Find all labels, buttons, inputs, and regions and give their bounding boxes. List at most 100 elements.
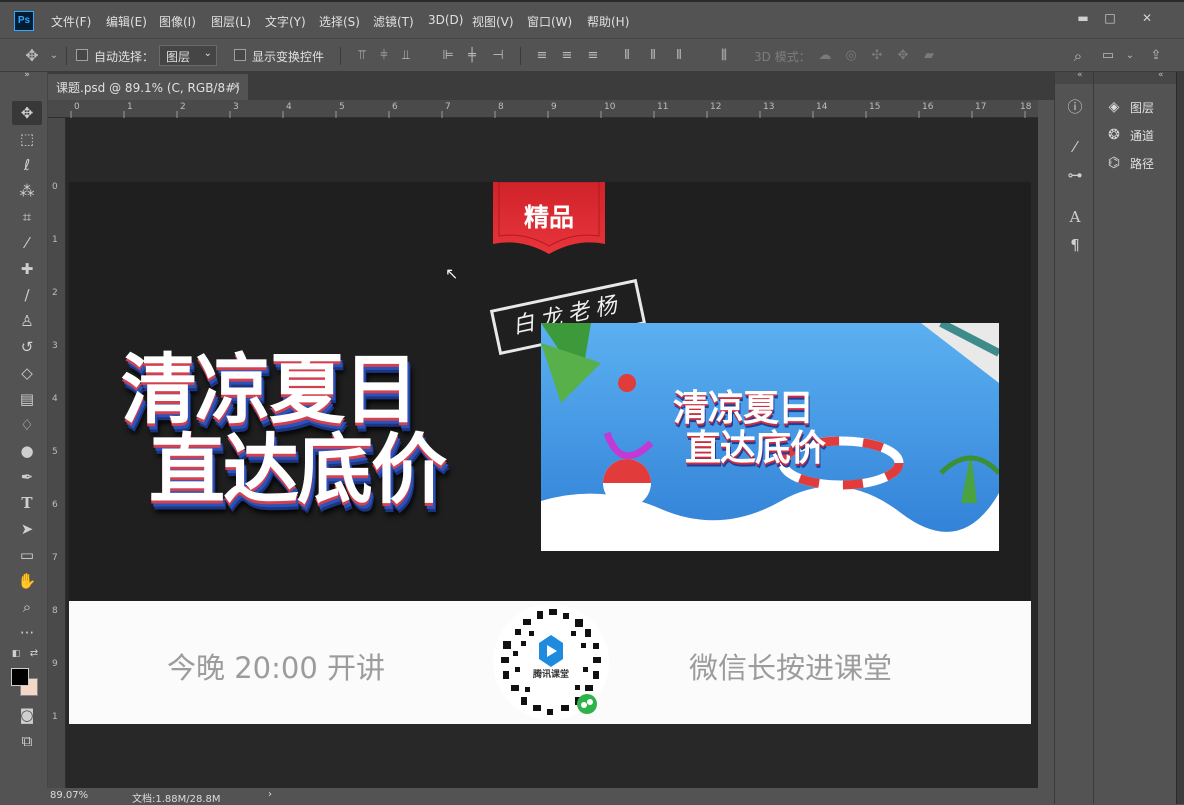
distribute-left-icon[interactable]: ⦀ xyxy=(617,46,637,66)
menu-3d[interactable]: 3D(D) xyxy=(428,13,463,27)
3d-slide-icon[interactable]: ✥ xyxy=(893,46,913,66)
healing-brush-tool-icon[interactable]: ✚ xyxy=(12,257,42,281)
quick-mask-icon[interactable]: ◙ xyxy=(12,703,42,727)
info-icon[interactable]: ⓘ xyxy=(1063,95,1087,119)
pen-tool-icon[interactable]: ✒ xyxy=(12,465,42,489)
screen-mode-icon[interactable]: ⧉ xyxy=(12,729,42,753)
menu-type[interactable]: 文字(Y) xyxy=(265,13,306,30)
distribute-hcenter-icon[interactable]: ⦀ xyxy=(643,46,663,66)
align-bottom-icon[interactable]: ⫫ xyxy=(396,46,416,66)
chevron-down-icon[interactable]: ⌄ xyxy=(44,46,64,66)
menu-window[interactable]: 窗口(W) xyxy=(527,13,572,30)
type-tool-icon[interactable]: T xyxy=(12,491,42,515)
blur-tool-icon[interactable]: ♢ xyxy=(12,413,42,437)
document-tab-bar: 课题.psd @ 89.1% (C, RGB/8#) × xyxy=(48,72,1054,100)
align-left-icon[interactable]: ⊫ xyxy=(438,46,458,66)
move-tool-icon[interactable]: ✥ xyxy=(22,46,42,66)
status-menu-arrow-icon[interactable]: › xyxy=(268,789,272,800)
eyedropper-tool-icon[interactable]: ⁄ xyxy=(12,231,42,255)
panel-collapse-icon[interactable]: » xyxy=(12,70,42,80)
document-canvas[interactable]: 精品 白龙老杨 ↖ 清凉夏日 直达底价 清凉夏日 直达底价 今晚 20:00 开… xyxy=(69,182,1031,724)
search-icon[interactable]: ⌕ xyxy=(1068,46,1088,66)
close-button[interactable]: ✕ xyxy=(1134,7,1160,29)
default-colors-icon[interactable]: ◧ xyxy=(10,648,22,660)
panels-dock: « ◈ 图层 ❂ 通道 ⌬ 路径 xyxy=(1094,70,1176,804)
menu-filter[interactable]: 滤镜(T) xyxy=(373,13,414,30)
ribbon-label: 精品 xyxy=(523,203,574,232)
3d-roll-icon[interactable]: ◎ xyxy=(841,46,861,66)
menu-file[interactable]: 文件(F) xyxy=(51,13,91,30)
panel-paths[interactable]: ⌬ 路径 xyxy=(1094,150,1176,176)
zoom-level[interactable]: 89.07% xyxy=(50,790,88,801)
workspace-icon[interactable]: ▭ xyxy=(1098,46,1118,66)
marquee-tool-icon[interactable]: ⬚ xyxy=(12,127,42,151)
eraser-tool-icon[interactable]: ◇ xyxy=(12,361,42,385)
gradient-tool-icon[interactable]: ▤ xyxy=(12,387,42,411)
dock-collapse-icon[interactable]: « xyxy=(1158,70,1164,80)
close-icon[interactable]: × xyxy=(231,79,241,93)
ruler-tick-label: 17 xyxy=(975,102,987,112)
maximize-button[interactable]: □ xyxy=(1097,7,1123,29)
auto-select-target-value: 图层 xyxy=(166,50,191,64)
hero-headline: 清凉夏日 直达底价 xyxy=(121,350,511,510)
menu-select[interactable]: 选择(S) xyxy=(319,13,360,30)
adjustments-icon[interactable]: ⊶ xyxy=(1063,163,1087,187)
magic-wand-tool-icon[interactable]: ⁂ xyxy=(12,179,42,203)
auto-select-checkbox[interactable] xyxy=(76,49,88,61)
minimize-button[interactable]: ▬ xyxy=(1070,7,1096,29)
3d-orbit-icon[interactable]: ☁ xyxy=(815,46,835,66)
menu-view[interactable]: 视图(V) xyxy=(472,13,514,30)
dock-header[interactable]: « xyxy=(1055,70,1093,84)
foreground-color-swatch[interactable] xyxy=(11,668,29,686)
menu-layer[interactable]: 图层(L) xyxy=(211,13,251,30)
hand-tool-icon[interactable]: ✋ xyxy=(12,569,42,593)
hero-line-2: 直达底价 xyxy=(149,425,447,514)
history-brush-tool-icon[interactable]: ↺ xyxy=(12,335,42,359)
paragraph-icon[interactable]: ¶ xyxy=(1063,233,1087,257)
panel-layers[interactable]: ◈ 图层 xyxy=(1094,94,1176,120)
distribute-vcenter-icon[interactable]: ≡ xyxy=(557,46,577,66)
crop-tool-icon[interactable]: ⌗ xyxy=(12,205,42,229)
move-tool-icon[interactable]: ✥ xyxy=(12,101,42,125)
dock-collapse-icon[interactable]: « xyxy=(1077,70,1083,80)
dock-header[interactable]: « xyxy=(1094,70,1176,84)
distribute-right-icon[interactable]: ⦀ xyxy=(669,46,689,66)
path-selection-tool-icon[interactable]: ➤ xyxy=(12,517,42,541)
wechat-cta-text: 微信长按进课堂 xyxy=(689,651,893,685)
more-tools-icon[interactable]: ··· xyxy=(12,621,42,645)
swap-colors-icon[interactable]: ⇄ xyxy=(28,648,40,660)
menu-image[interactable]: 图像(I) xyxy=(159,13,196,30)
zoom-tool-icon[interactable]: ⌕ xyxy=(12,595,42,619)
share-icon[interactable]: ⇪ xyxy=(1146,46,1166,66)
auto-select-label: 自动选择： xyxy=(94,50,155,64)
horizontal-ruler[interactable]: 0 1 2 3 4 5 6 7 8 9 10 11 12 13 14 15 16… xyxy=(48,100,1038,118)
3d-pan-icon[interactable]: ✣ xyxy=(867,46,887,66)
brush-tool-icon[interactable]: ∕ xyxy=(12,283,42,307)
rectangle-tool-icon[interactable]: ▭ xyxy=(12,543,42,567)
brush-settings-icon[interactable]: ⁄ xyxy=(1063,135,1087,159)
vertical-ruler[interactable]: 0 1 2 3 4 5 6 7 8 9 1 xyxy=(48,118,66,788)
dodge-tool-icon[interactable]: ● xyxy=(12,439,42,463)
distribute-bottom-icon[interactable]: ≡ xyxy=(583,46,603,66)
menu-bar: Ps 文件(F) 编辑(E) 图像(I) 图层(L) 文字(Y) 选择(S) 滤… xyxy=(0,0,1184,38)
menu-help[interactable]: 帮助(H) xyxy=(587,13,629,30)
align-top-icon[interactable]: ⫪ xyxy=(352,46,372,66)
clone-stamp-tool-icon[interactable]: ♙ xyxy=(12,309,42,333)
show-transform-checkbox[interactable] xyxy=(234,49,246,61)
character-icon[interactable]: A xyxy=(1063,205,1087,229)
align-right-icon[interactable]: ⊣ xyxy=(488,46,508,66)
document-tab[interactable]: 课题.psd @ 89.1% (C, RGB/8#) × xyxy=(48,74,248,100)
menu-edit[interactable]: 编辑(E) xyxy=(106,13,147,30)
ruler-tick-label: 8 xyxy=(498,102,504,112)
3d-scale-icon[interactable]: ▰ xyxy=(919,46,939,66)
panel-channels[interactable]: ❂ 通道 xyxy=(1094,122,1176,148)
mode-3d-label: 3D 模式： xyxy=(754,50,811,64)
align-vcenter-icon[interactable]: ⫩ xyxy=(374,46,394,66)
auto-align-icon[interactable]: ⫼ xyxy=(714,46,734,66)
distribute-top-icon[interactable]: ≡ xyxy=(532,46,552,66)
auto-select-target-dropdown[interactable]: 图层 ⌄ xyxy=(159,45,217,66)
class-time-text: 今晚 20:00 开讲 xyxy=(167,651,386,685)
align-hcenter-icon[interactable]: ╪ xyxy=(462,46,482,66)
chevron-down-icon[interactable]: ⌄ xyxy=(1120,46,1140,66)
lasso-tool-icon[interactable]: ℓ xyxy=(12,153,42,177)
